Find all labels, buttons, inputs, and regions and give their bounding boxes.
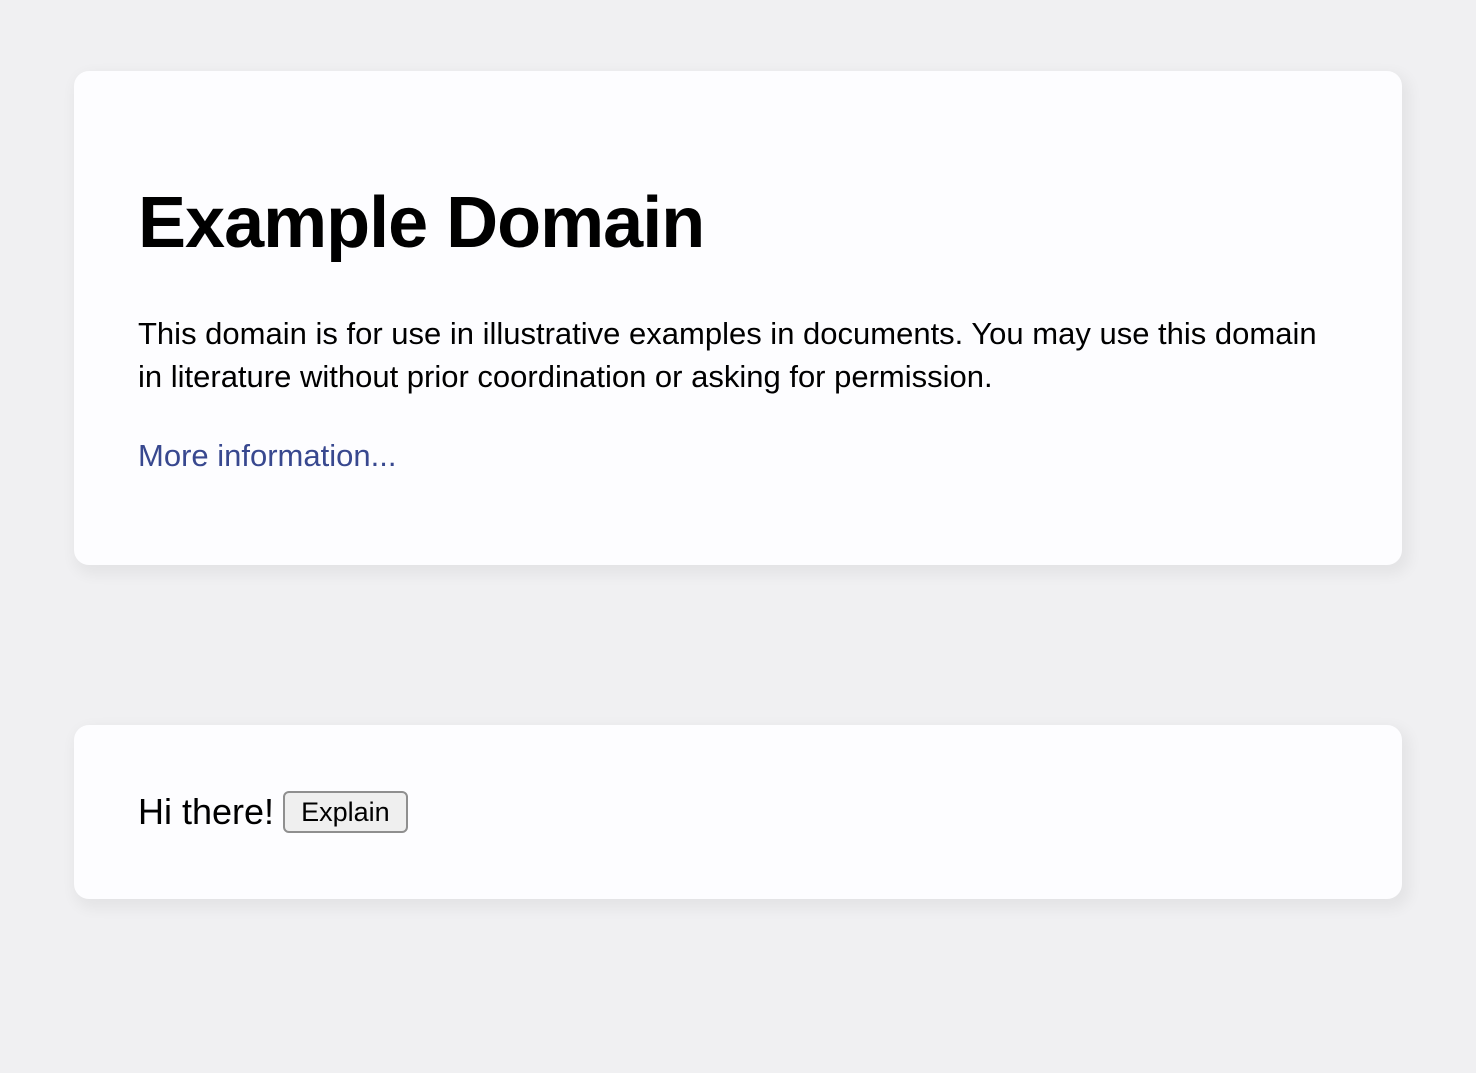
page-title: Example Domain [138, 181, 1338, 266]
example-domain-card: Example Domain This domain is for use in… [74, 71, 1402, 565]
greeting-text: Hi there! [138, 789, 274, 835]
explain-button[interactable]: Explain [283, 791, 408, 833]
more-information-link[interactable]: More information... [138, 438, 396, 473]
greeting-card: Hi there! Explain [74, 725, 1402, 899]
domain-description-text: This domain is for use in illustrative e… [138, 312, 1338, 398]
greeting-row: Hi there! Explain [138, 789, 1338, 835]
more-information-row: More information... [138, 434, 1338, 477]
